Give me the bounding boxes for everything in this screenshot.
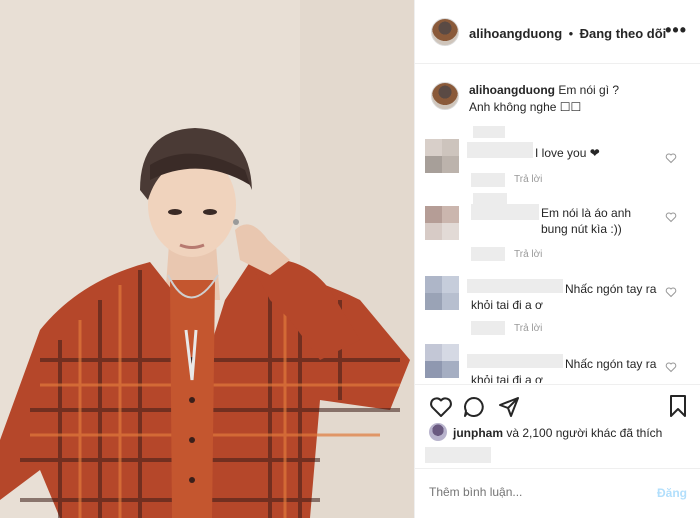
blurred-avatar bbox=[425, 206, 459, 240]
comment-text: Nhấc ngón tay ra khỏi tai đi a ơ bbox=[471, 282, 657, 312]
blurred-avatar bbox=[425, 276, 459, 310]
liker-username[interactable]: junpham bbox=[453, 426, 503, 440]
heart-icon[interactable] bbox=[665, 286, 677, 298]
add-comment-bar: Đăng bbox=[415, 468, 700, 518]
comment-text: Em nói là áo anh bung nút kìa :)) bbox=[541, 206, 632, 236]
post-side-panel: alihoangduong • Đang theo dõi ••• alihoa… bbox=[414, 0, 700, 518]
photo-illustration bbox=[0, 0, 414, 518]
blurred-time bbox=[471, 173, 505, 187]
blurred-username bbox=[467, 142, 533, 158]
caption-username[interactable]: alihoangduong bbox=[469, 83, 555, 97]
blurred-avatar bbox=[425, 139, 459, 173]
caption-line2: Anh không nghe ☐☐ bbox=[469, 100, 582, 114]
blurred-time bbox=[471, 247, 505, 261]
reply-button[interactable]: Trả lời bbox=[514, 249, 542, 260]
bookmark-icon[interactable] bbox=[667, 394, 689, 418]
caption-avatar[interactable] bbox=[431, 82, 459, 110]
post-photo[interactable] bbox=[0, 0, 414, 518]
heart-icon[interactable] bbox=[665, 211, 677, 223]
header-username[interactable]: alihoangduong bbox=[469, 26, 562, 41]
post-button[interactable]: Đăng bbox=[657, 486, 687, 500]
liker-avatar[interactable] bbox=[429, 423, 447, 441]
comment-text: I love you ❤ bbox=[535, 146, 600, 160]
caption-line1: Em nói gì ? bbox=[558, 83, 620, 97]
likes-line: junpham và 2,100 người khác đã thích bbox=[453, 426, 662, 440]
reply-button[interactable]: Trả lời bbox=[514, 174, 542, 185]
comment-icon[interactable] bbox=[462, 395, 486, 419]
likes-rest[interactable]: và 2,100 người khác đã thích bbox=[506, 426, 662, 440]
blurred-username bbox=[471, 204, 539, 220]
header-user-line: alihoangduong • Đang theo dõi bbox=[469, 25, 666, 43]
follow-status[interactable]: Đang theo dõi bbox=[580, 26, 667, 41]
caption: alihoangduong Em nói gì ? Anh không nghe… bbox=[469, 82, 689, 116]
comment-text: Nhấc ngón tay ra khỏi tai đi a ơ bbox=[471, 357, 657, 383]
header-separator: • bbox=[568, 26, 574, 41]
share-icon[interactable] bbox=[497, 395, 521, 419]
avatar[interactable] bbox=[431, 18, 459, 46]
heart-icon[interactable] bbox=[429, 395, 453, 419]
heart-icon[interactable] bbox=[665, 152, 677, 164]
ellipsis-icon[interactable]: ••• bbox=[665, 20, 687, 41]
blurred-avatar bbox=[425, 344, 459, 378]
reply-button[interactable]: Trả lời bbox=[514, 323, 542, 334]
comment-clip: Nhấc ngón tay ra khỏi tai đi a ơ bbox=[415, 340, 700, 383]
blurred-timestamp bbox=[425, 447, 491, 463]
heart-icon[interactable] bbox=[665, 361, 677, 373]
post-header: alihoangduong • Đang theo dõi ••• bbox=[415, 0, 700, 64]
comment-input[interactable] bbox=[427, 484, 631, 500]
blurred-time bbox=[471, 321, 505, 335]
blurred-username bbox=[473, 126, 505, 138]
